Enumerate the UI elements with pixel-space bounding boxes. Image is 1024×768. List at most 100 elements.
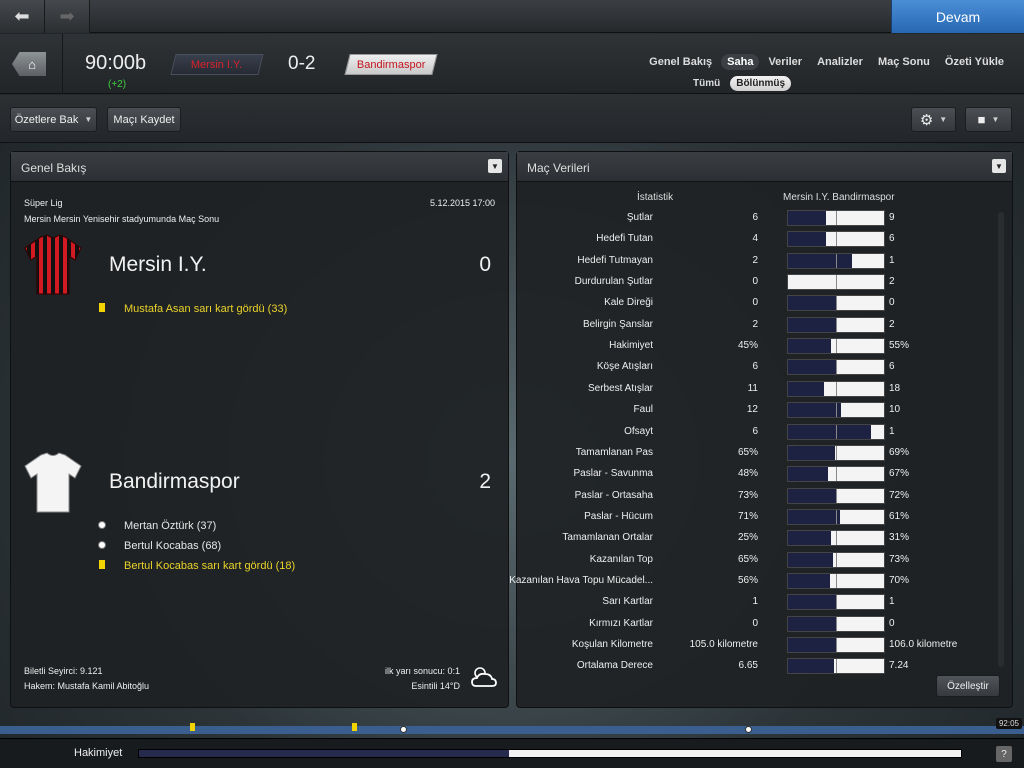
stat-home-fill [788, 317, 836, 332]
match-header: ⌂ 90:00b (+2) Mersin I.Y. 0-2 Bandirmasp… [0, 34, 1024, 94]
stat-home-value: 0 [752, 297, 758, 309]
stat-home-value: 48% [737, 468, 758, 480]
stat-away-value: 70% [889, 574, 910, 586]
stat-away-value: 72% [889, 489, 910, 501]
stat-home-value: 6 [752, 361, 758, 373]
help-icon[interactable]: ? [996, 746, 1012, 762]
match-event-text: Mertan Öztürk (37) [124, 520, 217, 532]
stat-midline [836, 211, 837, 225]
match-timeline[interactable]: 92:05 [0, 718, 1024, 738]
stat-midline [836, 488, 837, 503]
stat-row: Serbest Atışlar 11 18 [517, 379, 987, 399]
back-arrow-icon[interactable]: ⬅ [0, 0, 45, 33]
stat-home-fill [788, 211, 827, 225]
tab-2[interactable]: Veriler [762, 54, 808, 70]
half-time-result: ilk yarı sonucu: 0:1 [384, 666, 460, 676]
match-stats-panel: Maç Verileri ▼ İstatistik Mersin I.Y. Ba… [509, 151, 1013, 708]
save-match-button[interactable]: Maçı Kaydet [107, 107, 181, 132]
stat-home-value: 45% [737, 340, 758, 352]
customize-button[interactable]: Özelleştir [936, 675, 1000, 697]
panel-menu-icon[interactable]: ▼ [488, 159, 502, 173]
save-match-label: Maçı Kaydet [113, 113, 175, 126]
stat-midline [836, 232, 837, 247]
chevron-down-icon: ▼ [939, 115, 948, 124]
stat-comparison-bar [787, 380, 885, 397]
stats-scrollbar[interactable] [998, 212, 1004, 667]
stat-away-value: 106.0 kilometre [889, 639, 958, 650]
view-subtabs: Tümü Bölünmüş [687, 76, 792, 91]
stat-home-fill [788, 232, 827, 247]
yellow-card-icon [93, 303, 111, 315]
stat-away-value: 1 [889, 254, 895, 266]
stat-away-value: 6 [889, 361, 895, 373]
possession-footer: Hakimiyet ? [0, 738, 1024, 768]
stat-comparison-bar [787, 466, 885, 483]
stat-midline [836, 445, 837, 460]
stat-away-value: 31% [889, 532, 910, 544]
stat-label: Kazanılan Top [589, 553, 653, 565]
stat-midline [836, 424, 837, 439]
stat-row: Koşulan Kilometre 105.0 kilometre 106.0 ki… [517, 635, 987, 655]
stat-row: Ortalama Derece 6.65 7.24 [517, 656, 987, 676]
view-tabs: Genel Bakış Saha Veriler Analizler Maç Sonu Ö… [643, 54, 1010, 70]
stat-comparison-bar [787, 359, 885, 376]
stat-away-value: 67% [889, 468, 910, 480]
stat-label: Faul [633, 404, 653, 416]
stat-home-value: 11 [747, 382, 758, 394]
stat-midline [836, 573, 837, 588]
stat-home-fill [788, 424, 871, 439]
stat-row: Sarı Kartlar 1 1 [517, 592, 987, 612]
yellow-card-icon [190, 723, 195, 731]
away-team-name: Bandirmaspor [109, 470, 240, 493]
stat-comparison-bar [787, 551, 885, 568]
stat-home-fill [788, 339, 832, 354]
stat-midline [836, 253, 837, 268]
continue-button[interactable]: Devam [891, 0, 1024, 33]
possession-label: Hakimiyet [74, 747, 123, 759]
tab-0[interactable]: Genel Bakış [643, 54, 718, 70]
stat-home-fill [788, 616, 836, 631]
away-team-tag[interactable]: Bandirmaspor [344, 54, 438, 75]
stat-row: Köşe Atışları 6 6 [517, 357, 987, 377]
stat-home-value: 56% [737, 574, 758, 586]
panel-menu-icon[interactable]: ▼ [992, 159, 1006, 173]
stat-row: Kazanılan Hava Topu Mücadel... 56% 70% [509, 571, 987, 591]
stat-midline [836, 638, 837, 652]
forward-arrow-icon[interactable]: ➡ [45, 0, 90, 33]
stat-label: Sarı Kartlar [602, 596, 653, 608]
stat-away-value: 1 [889, 425, 895, 437]
stat-label: Kale Direği [604, 297, 653, 309]
tab-4[interactable]: Maç Sonu [872, 54, 936, 70]
stat-row: Kazanılan Top 65% 73% [517, 550, 987, 570]
settings-dropdown-button[interactable]: ⚙ ▼ [911, 107, 956, 132]
tab-3[interactable]: Analizler [811, 54, 869, 70]
home-team-tag[interactable]: Mersin I.Y. [170, 54, 264, 75]
possession-home-fill [139, 750, 509, 757]
stat-label: Serbest Atışlar [587, 382, 653, 394]
stat-away-value: 7.24 [889, 660, 909, 672]
stat-home-value: 2 [752, 254, 758, 266]
match-event-text: Mustafa Asan sarı kart gördü (33) [124, 303, 288, 315]
stat-row: Hedefi Tutmayan 2 1 [517, 251, 987, 271]
stat-home-value: 12 [746, 404, 758, 416]
chat-dropdown-button[interactable]: ■ ▼ [965, 107, 1012, 132]
tab-1[interactable]: Saha [721, 54, 760, 70]
tab-5[interactable]: Özeti Yükle [939, 54, 1010, 70]
stat-row: Tamamlanan Pas 65% 69% [517, 443, 987, 463]
home-icon[interactable]: ⌂ [12, 52, 46, 76]
possession-bar [138, 749, 962, 758]
subtab-1[interactable]: Bölünmüş [730, 76, 792, 91]
stat-home-fill [788, 552, 834, 567]
stat-away-value: 6 [889, 233, 895, 245]
stat-home-value: 105.0 kilometre [689, 639, 758, 650]
league-name: Süper Lig [24, 198, 63, 208]
stat-label: Tamamlanan Ortalar [562, 532, 653, 544]
stat-label: Köşe Atışları [596, 361, 653, 373]
stat-home-value: 6.65 [738, 660, 758, 672]
stat-home-value: 65% [737, 446, 758, 458]
subtab-0[interactable]: Tümü [687, 76, 726, 91]
stat-label: Ofsayt [624, 425, 653, 437]
highlights-dropdown-button[interactable]: Özetlere Bak ▼ [10, 107, 97, 132]
stat-comparison-bar [787, 231, 885, 248]
stat-row: Hakimiyet 45% 55% [517, 336, 987, 356]
